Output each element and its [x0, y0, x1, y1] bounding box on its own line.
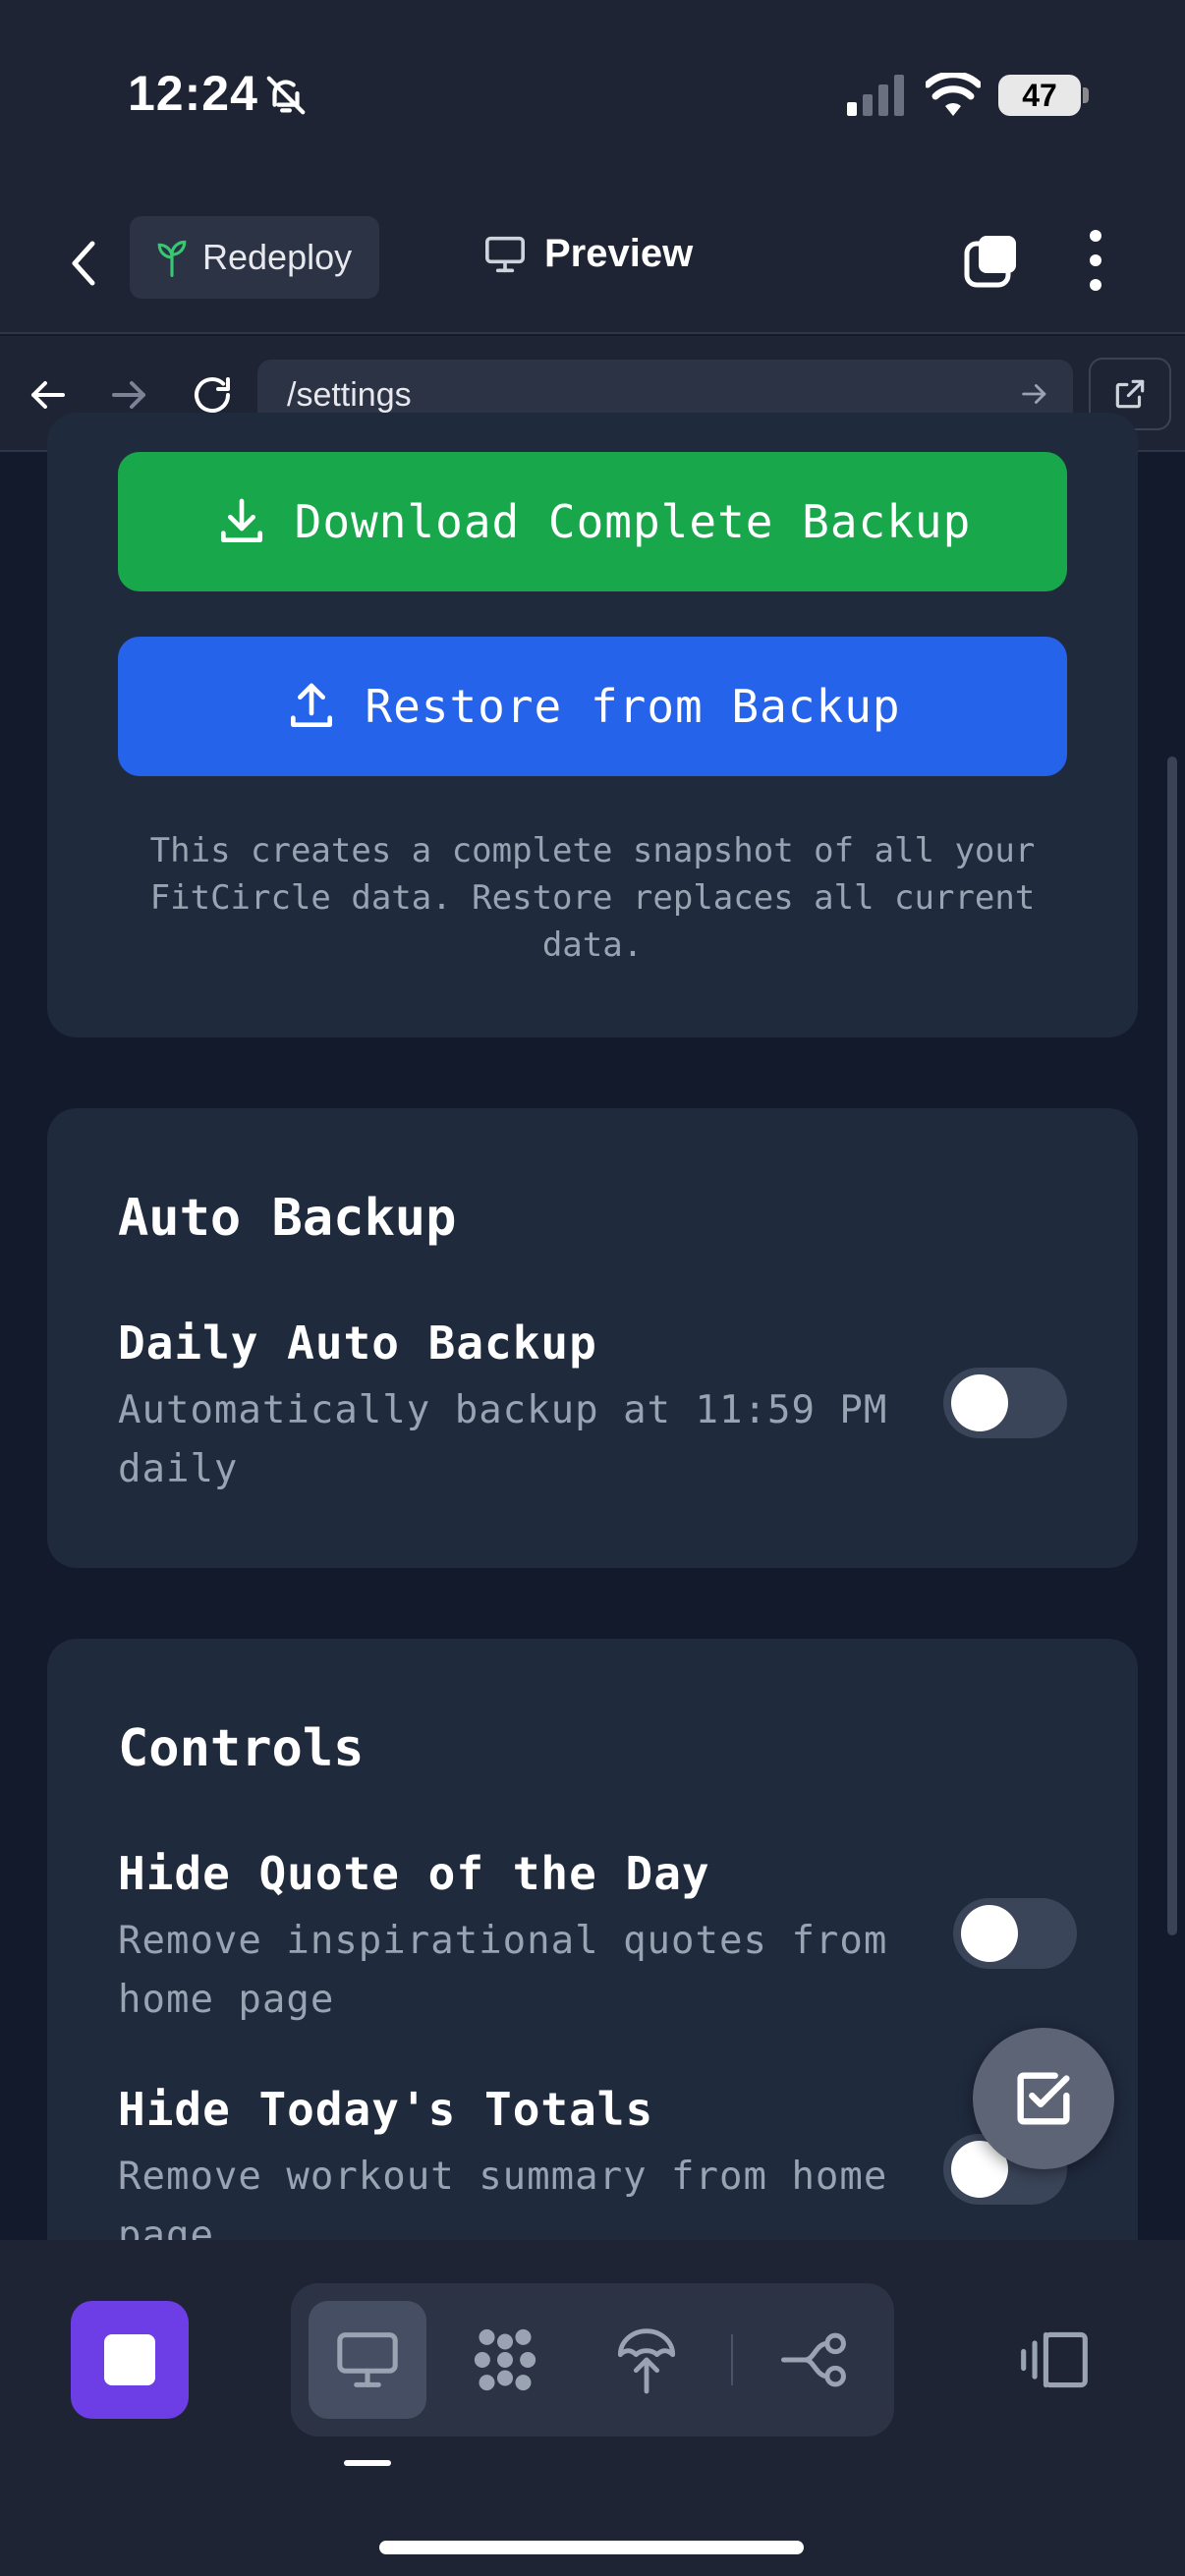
bottom-toolbar	[0, 2240, 1185, 2576]
wifi-icon	[926, 73, 981, 116]
hide-quote-desc: Remove inspirational quotes from home pa…	[118, 1919, 888, 2022]
apps-icon	[474, 2328, 536, 2391]
status-bar: 12:24 47	[0, 0, 1185, 196]
share-view-button[interactable]	[755, 2301, 873, 2419]
preview-label: Preview	[544, 232, 694, 275]
redeploy-label: Redeploy	[202, 237, 353, 277]
arrow-left-icon[interactable]	[24, 371, 71, 419]
scrollbar[interactable]	[1167, 756, 1177, 1935]
external-link-icon	[1115, 379, 1145, 409]
panel-icon[interactable]	[1018, 2328, 1091, 2391]
floating-check-button[interactable]	[973, 2028, 1114, 2169]
sprout-icon	[157, 240, 187, 277]
battery-nub	[1083, 87, 1089, 103]
more-vertical-icon[interactable]	[1081, 226, 1110, 295]
battery-indicator: 47	[998, 75, 1081, 116]
toggle-knob	[951, 1374, 1008, 1431]
monitor-icon	[337, 2332, 398, 2387]
preview-tab[interactable]: Preview	[483, 232, 693, 276]
app-header: Redeploy Preview	[0, 196, 1185, 334]
upload-icon	[291, 683, 333, 727]
backup-card: Download Complete Backup Restore from Ba…	[47, 413, 1138, 1037]
url-text: /settings	[287, 376, 412, 414]
checkbox-icon	[1017, 2072, 1070, 2125]
segment-divider	[731, 2334, 733, 2385]
stop-icon	[104, 2334, 155, 2385]
toggle-knob	[961, 1905, 1018, 1962]
hide-totals-title: Hide Today's Totals	[118, 2083, 654, 2136]
home-indicator	[379, 2541, 804, 2554]
download-icon	[220, 498, 262, 542]
preview-view-button[interactable]	[309, 2301, 426, 2419]
monitor-icon	[485, 236, 525, 272]
restore-backup-label: Restore from Backup	[365, 680, 901, 733]
download-backup-label: Download Complete Backup	[294, 495, 972, 548]
bell-slash-icon	[266, 76, 306, 115]
daily-auto-backup-toggle[interactable]	[943, 1368, 1067, 1438]
status-time: 12:24	[128, 66, 258, 121]
controls-title: Controls	[118, 1719, 365, 1778]
redeploy-button[interactable]: Redeploy	[130, 216, 379, 299]
view-switcher	[291, 2283, 894, 2436]
share-icon	[781, 2332, 846, 2387]
back-chevron-icon[interactable]	[59, 234, 108, 293]
deploy-icon	[617, 2328, 676, 2394]
restore-backup-button[interactable]: Restore from Backup	[118, 637, 1067, 776]
auto-backup-card: Auto Backup Daily Auto Backup Automatica…	[47, 1108, 1138, 1568]
active-indicator	[344, 2460, 391, 2466]
tabs-icon[interactable]	[963, 232, 1020, 289]
stop-button[interactable]	[71, 2301, 189, 2419]
controls-card: Controls Hide Quote of the Day Remove in…	[47, 1639, 1138, 2326]
auto-backup-title: Auto Backup	[118, 1189, 457, 1248]
go-arrow-icon[interactable]	[1018, 377, 1051, 411]
hide-quote-title: Hide Quote of the Day	[118, 1847, 710, 1900]
daily-auto-backup-desc: Automatically backup at 11:59 PM daily	[118, 1388, 888, 1491]
signal-icon	[847, 75, 904, 116]
reload-icon[interactable]	[189, 371, 236, 419]
download-backup-button[interactable]: Download Complete Backup	[118, 452, 1067, 591]
backup-note: This creates a complete snapshot of all …	[149, 831, 1036, 965]
apps-view-button[interactable]	[446, 2301, 564, 2419]
arrow-right-icon[interactable]	[106, 371, 153, 419]
hide-quote-toggle[interactable]	[953, 1898, 1077, 1969]
daily-auto-backup-title: Daily Auto Backup	[118, 1316, 597, 1370]
deploy-view-button[interactable]	[588, 2301, 705, 2419]
